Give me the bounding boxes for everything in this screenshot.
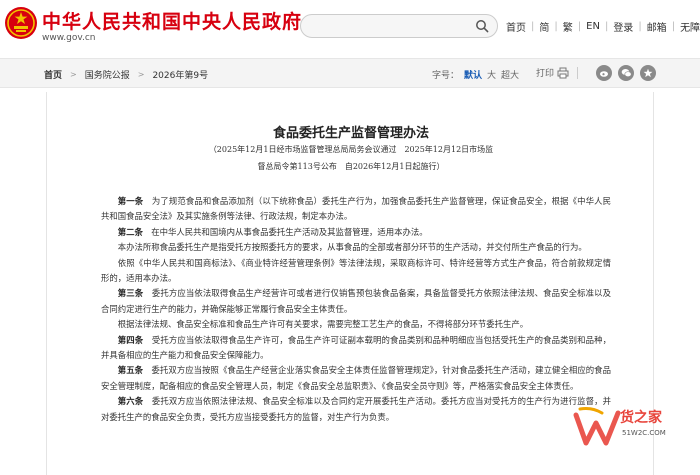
- nav-separator: |: [671, 21, 676, 32]
- watermark-w-icon: [573, 407, 621, 446]
- print-button[interactable]: 打印: [536, 66, 554, 79]
- nav-english[interactable]: EN: [586, 21, 600, 32]
- breadcrumb-gazette[interactable]: 国务院公报: [85, 68, 130, 81]
- article-text: 委托双方应当依照法律法规、食品安全标准以及合同约定开展委托生产活动。委托方应当对…: [101, 396, 612, 422]
- article-text: 在中华人民共和国境内从事食品委托生产活动及其监督管理，适用本办法。: [142, 226, 428, 237]
- article-body: 第一条 为了规范食品和食品添加剂（以下统称食品）委托生产行为，加强食品委托生产监…: [101, 194, 611, 425]
- article-text: 根据法律法规、食品安全标准和食品生产许可有关要求，需要完整工艺生产的食品，不得将…: [117, 319, 529, 330]
- chevron-right-icon: >: [137, 70, 145, 79]
- article-text: 受托方应当依法取得食品生产许可，食品生产许可证副本载明的食品类别和品种明细应当包…: [101, 334, 612, 361]
- article-paragraph: 第四条 受托方应当依法取得食品生产许可，食品生产许可证副本载明的食品类别和品种明…: [101, 333, 611, 364]
- article-paragraph: 第二条 在中华人民共和国境内从事食品委托生产活动及其监督管理，适用本办法。: [101, 225, 611, 240]
- breadcrumb-home[interactable]: 首页: [44, 68, 62, 81]
- article-text: 本办法所称食品委托生产是指受托方按照委托方的要求，从事食品的全部或者部分环节的生…: [117, 242, 587, 253]
- font-size-xlarge[interactable]: 超大: [501, 68, 519, 81]
- article-text: 委托方应当依法取得食品生产经营许可或者进行仅销售预包装食品备案，具备监督受托方依…: [101, 288, 612, 314]
- site-url: www.gov.cn: [42, 33, 96, 43]
- nav-home[interactable]: 首页: [506, 19, 526, 34]
- article-number: 第一条: [117, 196, 144, 206]
- nav-separator: |: [554, 21, 558, 32]
- article-subtitle-line2: 督总局令第113号公布 自2026年12月1日起施行）: [257, 162, 445, 171]
- article-paragraph: 第三条 委托方应当依法取得食品生产经营许可或者进行仅销售预包装食品备案，具备监督…: [101, 286, 611, 317]
- breadcrumb: 首页 > 国务院公报 > 2026年第9号: [44, 68, 208, 81]
- nav-separator: |: [638, 21, 642, 32]
- font-size-large[interactable]: 大: [487, 68, 496, 81]
- article-paragraph: 第一条 为了规范食品和食品添加剂（以下统称食品）委托生产行为，加强食品委托生产监…: [101, 194, 611, 225]
- article-paragraph: 第五条 委托双方应当按照《食品生产经营企业落实食品安全主体责任监督管理规定》，针…: [101, 363, 611, 394]
- tools: 打印: [536, 66, 586, 79]
- national-emblem-icon[interactable]: [4, 6, 38, 40]
- article-text: 委托双方应当按照《食品生产经营企业落实食品安全主体责任监督管理规定》，针对食品委…: [101, 365, 611, 391]
- article-number: 第四条: [117, 334, 144, 345]
- nav-accessibility[interactable]: 无障碍: [680, 19, 700, 34]
- article-number: 第五条: [117, 365, 144, 376]
- tools-divider: [577, 66, 579, 79]
- article-paragraph: 第六条 委托双方应当依照法律法规、食品安全标准以及合同约定开展委托生产活动。委托…: [101, 394, 611, 425]
- article-title: 食品委托生产监督管理办法: [272, 126, 429, 141]
- watermark-logo: 货之家 51W2C.COM: [572, 403, 696, 453]
- watermark-url: 51W2C.COM: [622, 429, 666, 437]
- article-text: 为了规范食品和食品添加剂（以下统称食品）委托生产行为，加强食品委托生产监督管理，…: [101, 196, 612, 222]
- nav-simplified[interactable]: 简: [539, 19, 549, 34]
- article-paragraph: 本办法所称食品委托生产是指受托方按照委托方的要求，从事食品的全部或者部分环节的生…: [101, 240, 611, 255]
- font-size-default[interactable]: 默认: [464, 68, 482, 81]
- breadcrumb-issue[interactable]: 2026年第9号: [152, 68, 208, 81]
- article-number: 第二条: [117, 226, 143, 237]
- nav-separator: |: [531, 21, 535, 32]
- article-subtitle-line1: （2025年12月1日经市场监督管理总局局务会议通过 2025年12月12日市场…: [208, 145, 494, 154]
- share-icons: [596, 65, 656, 81]
- nav-separator: |: [577, 21, 582, 32]
- font-size-label: 字号：: [432, 71, 460, 81]
- wechat-icon[interactable]: [618, 65, 634, 81]
- article-paragraph: 根据法律法规、食品安全标准和食品生产许可有关要求，需要完整工艺生产的食品，不得将…: [101, 317, 611, 332]
- nav-mail[interactable]: 邮箱: [647, 19, 667, 34]
- article-number: 第三条: [117, 288, 144, 299]
- chevron-right-icon: >: [70, 70, 77, 79]
- site-header: 中华人民共和国中央人民政府 www.gov.cn 首页 | 简 | 繁 | EN | 登…: [0, 0, 700, 54]
- print-icon[interactable]: [557, 67, 569, 79]
- search-icon[interactable]: [475, 19, 489, 33]
- nav-separator: |: [604, 21, 609, 32]
- watermark-text: 货之家: [620, 410, 662, 426]
- top-nav: 首页 | 简 | 繁 | EN | 登录 | 邮箱 | 无障碍: [506, 19, 700, 34]
- article-paragraph: 依照《中华人民共和国商标法》、《商业特许经营管理条例》等法律法规，采取商标许可、…: [101, 256, 611, 287]
- breadcrumb-bar: 首页 > 国务院公报 > 2026年第9号 字号： 默认 大 超大 打印: [0, 58, 700, 88]
- article-number: 第六条: [117, 396, 144, 407]
- font-size-selector: 字号： 默认 大 超大: [432, 68, 519, 81]
- article: 食品委托生产监督管理办法 （2025年12月1日经市场监督管理总局局务会议通过 …: [46, 92, 654, 475]
- nav-login[interactable]: 登录: [613, 19, 633, 34]
- search-input[interactable]: [300, 14, 498, 38]
- site-name[interactable]: 中华人民共和国中央人民政府: [42, 7, 302, 34]
- star-icon[interactable]: [640, 65, 656, 81]
- nav-traditional[interactable]: 繁: [563, 19, 573, 34]
- weibo-icon[interactable]: [596, 65, 612, 81]
- article-text: 依照《中华人民共和国商标法》、《商业特许经营管理条例》等法律法规，采取商标许可、…: [101, 257, 611, 284]
